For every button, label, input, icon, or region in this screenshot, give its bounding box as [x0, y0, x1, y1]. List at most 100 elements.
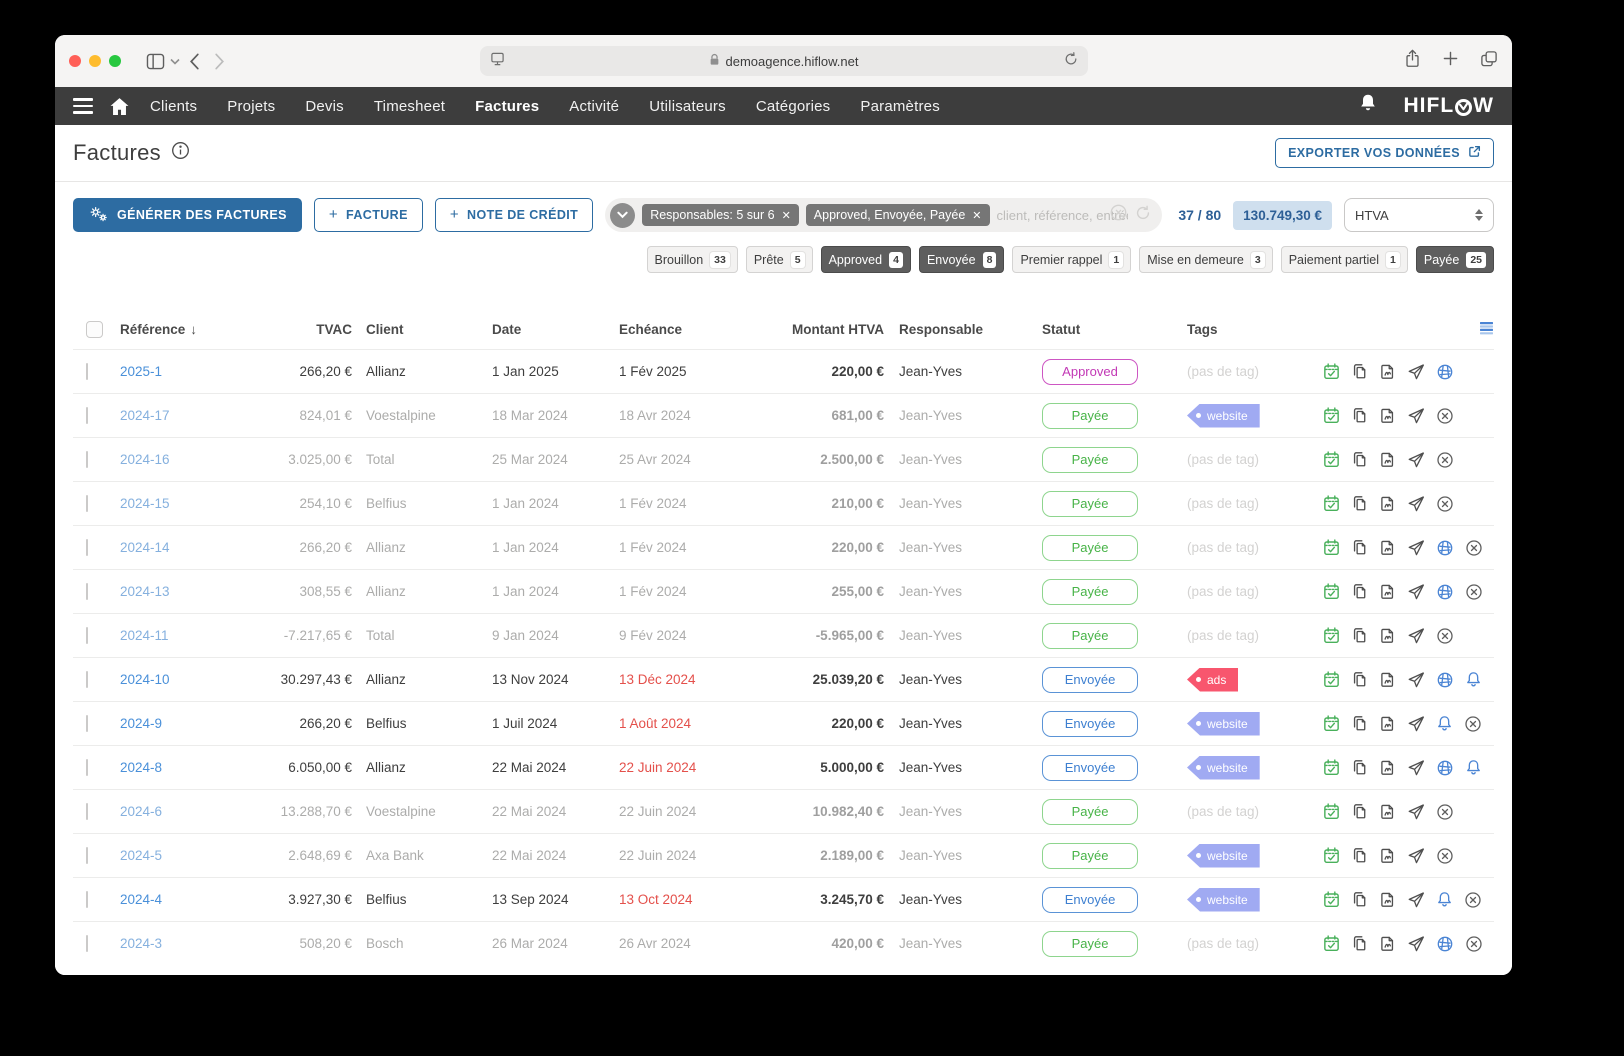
validate-calendar-icon[interactable] — [1322, 494, 1341, 513]
minimize-window-button[interactable] — [89, 55, 101, 67]
duplicate-icon[interactable] — [1350, 714, 1369, 733]
column-header-reference[interactable]: Référence↓ — [120, 322, 240, 337]
pdf-icon[interactable] — [1378, 934, 1397, 953]
invoice-reference-link[interactable]: 2024-16 — [120, 452, 170, 467]
cancel-icon[interactable] — [1435, 846, 1455, 866]
filter-chip[interactable]: Approved, Envoyée, Payée✕ — [806, 204, 990, 226]
invoice-reference-link[interactable]: 2024-10 — [120, 672, 170, 687]
duplicate-icon[interactable] — [1350, 494, 1369, 513]
pdf-icon[interactable] — [1378, 758, 1397, 777]
row-checkbox[interactable] — [86, 847, 88, 864]
row-checkbox[interactable] — [86, 803, 88, 820]
pdf-icon[interactable] — [1378, 538, 1397, 557]
validate-calendar-icon[interactable] — [1322, 582, 1341, 601]
nav-item-clients[interactable]: Clients — [150, 98, 197, 115]
invoice-reference-link[interactable]: 2024-14 — [120, 540, 170, 555]
validate-calendar-icon[interactable] — [1322, 758, 1341, 777]
invoice-reference-link[interactable]: 2024-6 — [120, 804, 162, 819]
row-checkbox[interactable] — [86, 583, 88, 600]
column-header-montant[interactable]: Montant HTVA — [782, 322, 884, 337]
send-icon[interactable] — [1406, 934, 1426, 953]
status-badge[interactable]: Payée — [1042, 579, 1138, 605]
send-icon[interactable] — [1406, 670, 1426, 689]
send-icon[interactable] — [1406, 714, 1426, 733]
row-checkbox[interactable] — [86, 539, 88, 556]
duplicate-icon[interactable] — [1350, 582, 1369, 601]
send-icon[interactable] — [1406, 582, 1426, 601]
nav-item-projets[interactable]: Projets — [227, 98, 275, 115]
invoice-reference-link[interactable]: 2024-8 — [120, 760, 162, 775]
validate-calendar-icon[interactable] — [1322, 626, 1341, 645]
cancel-icon[interactable] — [1435, 406, 1455, 426]
send-icon[interactable] — [1406, 802, 1426, 821]
cancel-icon[interactable] — [1464, 582, 1484, 602]
column-header-tags[interactable]: Tags — [1169, 322, 1304, 337]
validate-calendar-icon[interactable] — [1322, 362, 1341, 381]
nav-item-timesheet[interactable]: Timesheet — [374, 98, 445, 115]
status-filter-envoy-e[interactable]: Envoyée8 — [919, 246, 1005, 273]
status-badge[interactable]: Payée — [1042, 403, 1138, 429]
row-checkbox[interactable] — [86, 407, 88, 424]
pdf-icon[interactable] — [1378, 626, 1397, 645]
nav-item-devis[interactable]: Devis — [305, 98, 344, 115]
filter-chip[interactable]: Responsables: 5 sur 6✕ — [642, 204, 799, 226]
remove-filter-icon[interactable]: ✕ — [782, 209, 791, 222]
validate-calendar-icon[interactable] — [1322, 846, 1341, 865]
cancel-icon[interactable] — [1435, 450, 1455, 470]
status-badge[interactable]: Envoyée — [1042, 667, 1138, 693]
e-invoice-network-icon[interactable] — [1435, 758, 1455, 778]
pdf-icon[interactable] — [1378, 670, 1397, 689]
reminder-bell-icon[interactable] — [1464, 758, 1483, 778]
status-badge[interactable]: Payée — [1042, 535, 1138, 561]
validate-calendar-icon[interactable] — [1322, 450, 1341, 469]
column-settings-icon[interactable] — [1479, 321, 1494, 337]
send-icon[interactable] — [1406, 758, 1426, 777]
reload-icon[interactable] — [1064, 52, 1078, 71]
invoice-reference-link[interactable]: 2025-1 — [120, 364, 162, 379]
validate-calendar-icon[interactable] — [1322, 802, 1341, 821]
pdf-icon[interactable] — [1378, 406, 1397, 425]
invoice-reference-link[interactable]: 2024-4 — [120, 892, 162, 907]
status-filter-premier-rappel[interactable]: Premier rappel1 — [1012, 246, 1131, 273]
e-invoice-network-icon[interactable] — [1435, 670, 1455, 690]
address-bar[interactable]: demoagence.hiflow.net — [480, 46, 1088, 76]
send-icon[interactable] — [1406, 362, 1426, 381]
pdf-icon[interactable] — [1378, 802, 1397, 821]
send-icon[interactable] — [1406, 538, 1426, 557]
new-invoice-button[interactable]: + FACTURE — [314, 198, 423, 232]
back-button[interactable] — [189, 53, 200, 70]
pdf-icon[interactable] — [1378, 494, 1397, 513]
duplicate-icon[interactable] — [1350, 758, 1369, 777]
cancel-icon[interactable] — [1464, 934, 1484, 954]
duplicate-icon[interactable] — [1350, 890, 1369, 909]
page-settings-icon[interactable] — [490, 52, 505, 71]
duplicate-icon[interactable] — [1350, 802, 1369, 821]
duplicate-icon[interactable] — [1350, 362, 1369, 381]
validate-calendar-icon[interactable] — [1322, 714, 1341, 733]
reminder-bell-icon[interactable] — [1435, 890, 1454, 910]
invoice-reference-link[interactable]: 2024-17 — [120, 408, 170, 423]
validate-calendar-icon[interactable] — [1322, 538, 1341, 557]
e-invoice-network-icon[interactable] — [1435, 934, 1455, 954]
refresh-search-icon[interactable] — [1134, 204, 1152, 227]
nav-item-activit-[interactable]: Activité — [569, 98, 619, 115]
status-badge[interactable]: Payée — [1042, 799, 1138, 825]
row-checkbox[interactable] — [86, 671, 88, 688]
generate-invoices-button[interactable]: GÉNÉRER DES FACTURES — [73, 198, 302, 232]
validate-calendar-icon[interactable] — [1322, 406, 1341, 425]
column-header-echeance[interactable]: Echéance — [619, 322, 782, 337]
notifications-bell-icon[interactable] — [1358, 93, 1378, 120]
invoice-reference-link[interactable]: 2024-5 — [120, 848, 162, 863]
select-all-checkbox[interactable] — [86, 321, 103, 338]
row-checkbox[interactable] — [86, 495, 88, 512]
e-invoice-network-icon[interactable] — [1435, 582, 1455, 602]
validate-calendar-icon[interactable] — [1322, 670, 1341, 689]
cancel-icon[interactable] — [1435, 494, 1455, 514]
send-icon[interactable] — [1406, 890, 1426, 909]
pdf-icon[interactable] — [1378, 846, 1397, 865]
status-badge[interactable]: Payée — [1042, 447, 1138, 473]
e-invoice-network-icon[interactable] — [1435, 362, 1455, 382]
collapse-filters-button[interactable] — [610, 203, 635, 228]
pdf-icon[interactable] — [1378, 450, 1397, 469]
send-icon[interactable] — [1406, 450, 1426, 469]
